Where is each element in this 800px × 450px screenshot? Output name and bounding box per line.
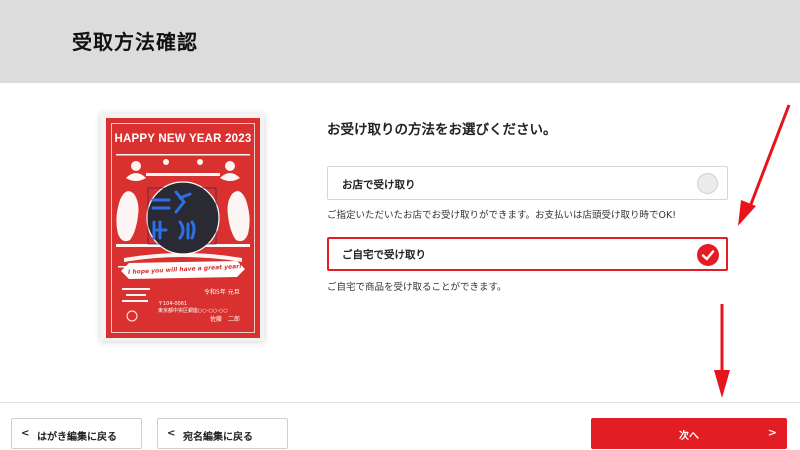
arrow-to-home-option-icon xyxy=(738,104,791,226)
postcard-preview: HAPPY NEW YEAR 2023 I hope you will have… xyxy=(106,118,260,338)
page-header: 受取方法確認 xyxy=(0,0,800,83)
back-to-postcard-edit-button[interactable]: < はがき編集に戻る xyxy=(11,418,142,449)
receive-method-question: お受け取りの方法をお選びください。 xyxy=(327,122,557,138)
chevron-right-icon: > xyxy=(767,426,777,439)
postcard-address: 東京都中央区銀座○○-○○-○○ xyxy=(158,308,228,314)
arrow-to-next-button-icon xyxy=(714,304,730,398)
footer-divider xyxy=(0,402,800,403)
postcard-era: 令和5年 元旦 xyxy=(204,289,240,296)
option-home-delivery-description: ご自宅で商品を受け取ることができます。 xyxy=(327,282,507,293)
postcard-postal: 〒104-0061 xyxy=(158,301,188,307)
option-store-pickup-description: ご指定いただいたお店でお受け取りができます。お支払いは店頭受け取り時でOK! xyxy=(327,210,677,221)
chevron-left-icon: < xyxy=(167,428,176,439)
option-store-pickup-label: お店で受け取り xyxy=(342,179,416,191)
chevron-left-icon: < xyxy=(21,428,30,439)
page-title: 受取方法確認 xyxy=(72,30,198,54)
next-button[interactable]: 次へ > xyxy=(591,418,787,449)
radio-checked-icon[interactable] xyxy=(697,244,719,266)
option-store-pickup[interactable]: お店で受け取り xyxy=(327,166,728,200)
option-home-delivery-label: ご自宅で受け取り xyxy=(342,249,426,261)
radio-unchecked-icon[interactable] xyxy=(697,173,718,194)
option-home-delivery[interactable]: ご自宅で受け取り xyxy=(327,237,728,271)
postcard-name: 佐藤 二郎 xyxy=(210,316,241,323)
back-to-address-edit-button[interactable]: < 宛名編集に戻る xyxy=(157,418,288,449)
